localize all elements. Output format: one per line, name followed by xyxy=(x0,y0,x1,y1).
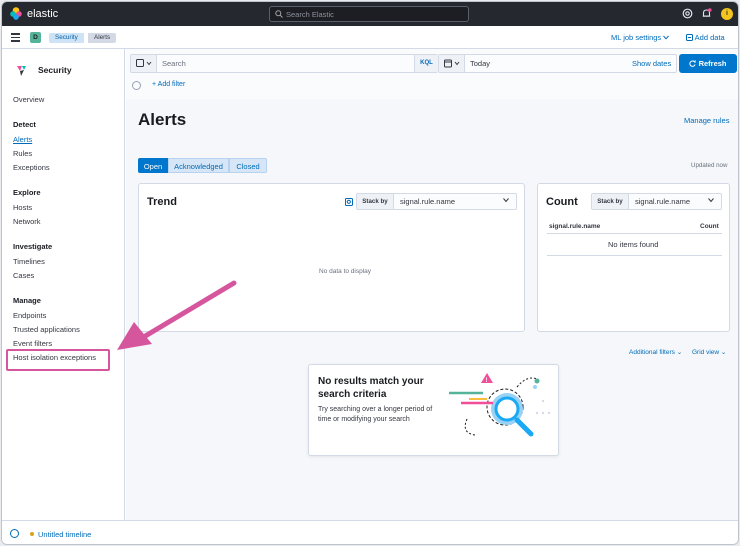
highlight-annotation-box xyxy=(6,349,110,371)
grid-view-button[interactable]: Grid view ⌄ xyxy=(692,348,726,356)
timeline-bar: Untitled timeline xyxy=(2,520,738,544)
sidebar-heading-explore: Explore xyxy=(13,188,41,197)
menu-toggle-icon[interactable] xyxy=(11,33,20,42)
stack-by-label: Stack by xyxy=(357,194,394,209)
refresh-icon xyxy=(689,60,697,67)
sidebar-heading-manage: Manage xyxy=(13,296,41,305)
trend-empty-message: No data to display xyxy=(319,268,372,275)
main-content: Search KQL Today Show dates Refresh + Ad… xyxy=(126,49,738,520)
sidebar-item-timelines[interactable]: Timelines xyxy=(13,257,45,266)
sidebar-heading-investigate: Investigate xyxy=(13,242,53,251)
sidebar-item-event-filters[interactable]: Event filters xyxy=(13,339,52,348)
header-bar: elastic Search Elastic i xyxy=(2,2,738,26)
count-col-count[interactable]: Count xyxy=(700,223,719,230)
count-stack-by-select[interactable]: Stack by signal.rule.name xyxy=(591,193,722,210)
sidebar-heading-detect: Detect xyxy=(13,120,36,129)
elastic-logo-icon[interactable] xyxy=(10,7,22,20)
refresh-button[interactable]: Refresh xyxy=(679,54,737,73)
table-divider xyxy=(547,233,722,234)
brand-name: elastic xyxy=(27,8,59,20)
empty-state-card: No results match your search criteria Tr… xyxy=(308,364,559,456)
updated-status: Updated now xyxy=(691,162,728,169)
sidebar-item-cases[interactable]: Cases xyxy=(13,271,34,280)
security-app-icon xyxy=(17,66,26,76)
chevron-down-icon xyxy=(708,198,714,203)
date-range-value: Today xyxy=(470,59,491,68)
manage-rules-link[interactable]: Manage rules xyxy=(684,116,729,125)
chevron-down-icon xyxy=(503,198,509,203)
additional-filters-button[interactable]: Additional filters ⌄ xyxy=(629,348,682,356)
grid-view-label: Grid view xyxy=(692,349,720,356)
global-search-input[interactable]: Search Elastic xyxy=(269,6,469,22)
date-picker[interactable]: Today Show dates xyxy=(438,54,677,73)
empty-state-title: No results match your search criteria xyxy=(318,376,424,400)
show-dates-button[interactable]: Show dates xyxy=(632,59,671,68)
notifications-icon[interactable] xyxy=(701,8,712,19)
sidebar-item-rules[interactable]: Rules xyxy=(13,149,32,158)
search-icon xyxy=(275,10,283,18)
svg-text:!: ! xyxy=(486,378,488,384)
app-window: elastic Search Elastic i D Security Aler… xyxy=(1,1,739,545)
stack-by-label: Stack by xyxy=(592,194,629,209)
table-divider xyxy=(547,255,722,256)
sidebar-item-overview[interactable]: Overview xyxy=(13,95,44,104)
sidebar-item-trusted-applications[interactable]: Trusted applications xyxy=(13,325,80,334)
sidebar-item-exceptions[interactable]: Exceptions xyxy=(13,163,50,172)
inspect-icon[interactable] xyxy=(345,198,353,206)
empty-state-body: Try searching over a longer period of ti… xyxy=(318,406,433,423)
quick-select-button[interactable] xyxy=(439,55,465,72)
stack-by-value: signal.rule.name xyxy=(400,197,456,206)
sidebar-title: Security xyxy=(38,65,72,75)
database-icon xyxy=(686,34,693,41)
count-title: Count xyxy=(546,196,578,208)
help-icon[interactable] xyxy=(682,8,693,19)
additional-filters-label: Additional filters xyxy=(629,349,675,356)
count-panel: Count Stack by signal.rule.name signal.r… xyxy=(537,183,730,332)
breadcrumb-security[interactable]: Security xyxy=(49,33,84,43)
sidebar-item-hosts[interactable]: Hosts xyxy=(13,203,32,212)
sidebar-item-network[interactable]: Network xyxy=(13,217,41,226)
add-data-button[interactable]: Add data xyxy=(686,33,725,42)
trend-stack-by-select[interactable]: Stack by signal.rule.name xyxy=(356,193,517,210)
add-data-label: Add data xyxy=(694,33,725,42)
tab-acknowledged[interactable]: Acknowledged xyxy=(168,158,229,173)
chevron-down-icon xyxy=(663,35,670,40)
security-sidebar: Security Overview Detect Alerts Rules Ex… xyxy=(2,49,125,520)
user-avatar[interactable]: i xyxy=(721,8,733,20)
saved-query-button[interactable] xyxy=(131,55,157,72)
refresh-label: Refresh xyxy=(698,59,727,68)
breadcrumb-bar: D Security Alerts ML job settings Add da… xyxy=(2,26,738,49)
add-filter-button[interactable]: + Add filter xyxy=(152,81,185,88)
untitled-timeline-button[interactable]: Untitled timeline xyxy=(38,530,91,539)
tab-open[interactable]: Open xyxy=(138,158,168,173)
ml-job-settings-button[interactable]: ML job settings xyxy=(611,33,670,42)
trend-title: Trend xyxy=(147,196,177,208)
page-title: Alerts xyxy=(138,110,187,129)
kql-toggle-button[interactable]: KQL xyxy=(414,55,438,72)
save-icon xyxy=(136,59,152,67)
global-search-placeholder: Search Elastic xyxy=(286,10,334,19)
search-placeholder: Search xyxy=(162,59,186,68)
magnifier-illustration: ! xyxy=(449,373,551,437)
sidebar-item-endpoints[interactable]: Endpoints xyxy=(13,311,46,320)
tab-closed[interactable]: Closed xyxy=(229,158,267,173)
stack-by-value: signal.rule.name xyxy=(635,197,691,206)
filter-options-icon[interactable] xyxy=(132,81,141,90)
timeline-status-dot xyxy=(30,532,34,536)
space-avatar[interactable]: D xyxy=(30,32,41,43)
query-bar: Search KQL Today Show dates Refresh + Ad… xyxy=(126,49,738,99)
count-col-rule-name[interactable]: signal.rule.name xyxy=(549,223,600,230)
count-empty-message: No items found xyxy=(608,240,659,249)
calendar-icon xyxy=(444,59,460,68)
sidebar-item-alerts[interactable]: Alerts xyxy=(13,135,32,144)
kql-search-input[interactable]: Search KQL xyxy=(130,54,438,73)
breadcrumb-alerts: Alerts xyxy=(88,33,117,43)
ml-job-settings-label: ML job settings xyxy=(611,33,662,42)
add-timeline-icon[interactable] xyxy=(10,529,19,538)
trend-panel: Trend Stack by signal.rule.name No data … xyxy=(138,183,525,332)
